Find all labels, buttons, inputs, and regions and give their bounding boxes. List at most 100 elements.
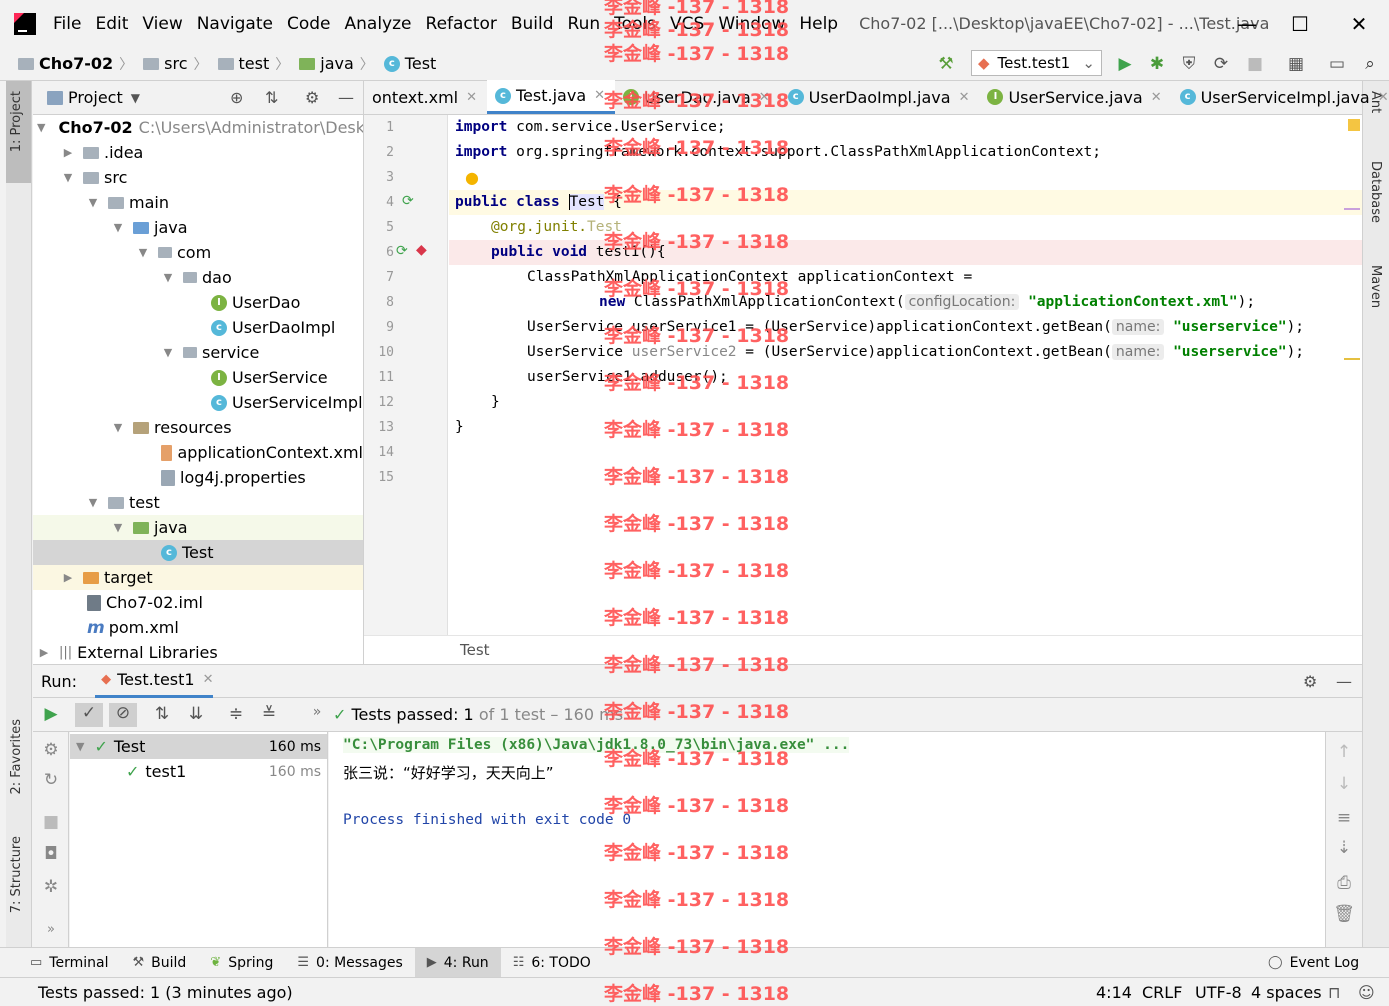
menu-build[interactable]: Build [504, 14, 561, 34]
search-icon[interactable]: ⌕ [1360, 55, 1380, 73]
menu-run[interactable]: Run [561, 14, 608, 34]
tool-tab-spring[interactable]: ❦ Spring [198, 948, 285, 978]
inspector-icon[interactable]: ☺ [1358, 983, 1375, 1002]
show-passed-icon[interactable]: ✓ [75, 703, 103, 727]
tool-tab-build[interactable]: ⚒ Build [120, 948, 198, 978]
tree-node-userservice[interactable]: I UserService [33, 365, 363, 390]
arrow-down-icon[interactable]: ↓ [1332, 774, 1356, 794]
analysis-warning-icon[interactable] [1348, 119, 1360, 131]
tab-applicationcontext-xml[interactable]: ontext.xml ✕ [364, 80, 487, 114]
menu-analyze[interactable]: Analyze [338, 14, 419, 34]
rerun-icon[interactable]: ▶ [39, 704, 63, 724]
tree-node-java-test[interactable]: ▼ java [33, 515, 363, 540]
editor-breadcrumb-item[interactable]: Test [460, 641, 490, 659]
tool-tab-favorites[interactable]: 2: Favorites [9, 719, 24, 795]
camera-icon[interactable]: ◘ [39, 844, 63, 864]
tab-userserviceimpl-java[interactable]: c UserServiceImpl.java ✕ [1172, 80, 1389, 114]
menu-view[interactable]: View [135, 14, 189, 34]
tree-node-userdaoimpl[interactable]: c UserDaoImpl [33, 315, 363, 340]
tree-node-test-class[interactable]: c Test [33, 540, 363, 565]
tree-node-dao[interactable]: ▼ dao [33, 265, 363, 290]
minimize-icon[interactable]: — [1233, 10, 1261, 38]
chevron-down-icon[interactable]: ▼ [131, 91, 140, 105]
tree-node-external-libraries[interactable]: ▶ ||| External Libraries [33, 640, 363, 665]
tree-node-userdao[interactable]: I UserDao [33, 290, 363, 315]
close-tab-icon[interactable]: ✕ [1151, 90, 1162, 105]
expand-all-icon[interactable]: ≑ [224, 704, 248, 724]
collapse-all-icon[interactable]: ≚ [257, 704, 281, 724]
code-editor[interactable]: 1 2 3 4 5 6 7 8 9 10 11 12 13 14 15 ⟳ ⟳ … [364, 115, 1362, 635]
menu-refactor[interactable]: Refactor [419, 14, 504, 34]
settings-icon[interactable]: ✲ [39, 877, 63, 897]
show-ignored-icon[interactable]: ⊘ [109, 703, 137, 727]
gear-icon[interactable]: ⚙ [1303, 672, 1317, 691]
debug-icon[interactable]: ⚙ [39, 740, 63, 760]
breadcrumb-test[interactable]: test 〉 [217, 54, 296, 74]
line-separator[interactable]: CRLF [1142, 983, 1182, 1002]
menu-navigate[interactable]: Navigate [190, 14, 280, 34]
tool-tab-event-log[interactable]: ◯ Event Log [1256, 948, 1371, 978]
tab-test-java[interactable]: c Test.java ✕ [487, 80, 616, 114]
file-encoding[interactable]: UTF-8 [1195, 983, 1242, 1002]
tree-node-target[interactable]: ▶ target [33, 565, 363, 590]
arrow-up-icon[interactable]: ↑ [1332, 742, 1356, 762]
more-icon[interactable]: » [305, 704, 329, 720]
tree-node-idea[interactable]: ▶ .idea [33, 140, 363, 165]
tree-node-java-main[interactable]: ▼ java [33, 215, 363, 240]
run-gutter-icon[interactable]: ⟳ [396, 243, 408, 259]
debug-icon[interactable]: ✱ [1147, 55, 1167, 73]
tree-node-userserviceimpl[interactable]: c UserServiceImpl [33, 390, 363, 415]
tree-node-resources[interactable]: ▼ resources [33, 415, 363, 440]
sort-alpha-icon[interactable]: ⇅ [150, 704, 174, 724]
lock-icon[interactable]: ⊓ [1328, 983, 1340, 1002]
tree-node-applicationcontext-xml[interactable]: applicationContext.xml [33, 440, 363, 465]
breakpoint-icon[interactable]: ◆ [416, 242, 427, 258]
tool-tab-run[interactable]: ▶ 4: Run [414, 947, 501, 978]
breadcrumb-java[interactable]: java 〉 [299, 54, 380, 74]
maximize-icon[interactable]: ☐ [1286, 10, 1314, 38]
breadcrumb-project[interactable]: Cho7-02 〉 [18, 54, 139, 74]
menu-help[interactable]: Help [792, 14, 845, 34]
soft-wrap-icon[interactable]: ≡ [1332, 808, 1356, 828]
sort-duration-icon[interactable]: ⇊ [184, 704, 208, 724]
hide-panel-icon[interactable]: — [1336, 672, 1352, 691]
rerun-failed-icon[interactable]: ↻ [39, 770, 63, 790]
project-structure-icon[interactable]: ▦ [1286, 55, 1306, 73]
console-output[interactable]: "C:\Program Files (x86)\Java\jdk1.8.0_73… [329, 732, 1325, 947]
tree-node-pom[interactable]: m pom.xml [33, 615, 363, 640]
tree-node-com[interactable]: ▼ com [33, 240, 363, 265]
menu-edit[interactable]: Edit [88, 14, 135, 34]
tool-tab-messages[interactable]: ☰ 0: Messages [285, 948, 414, 978]
breadcrumb-test-class[interactable]: c Test [383, 54, 436, 73]
gear-icon[interactable]: ⚙ [305, 88, 319, 107]
present-mode-icon[interactable]: ▭ [1327, 55, 1347, 73]
run-configuration-select[interactable]: ◆ Test.test1 ⌄ [971, 50, 1102, 76]
profile-icon[interactable]: ⟳ [1211, 55, 1231, 73]
tree-node-iml[interactable]: Cho7-02.iml [33, 590, 363, 615]
tab-userservice-java[interactable]: I UserService.java ✕ [979, 80, 1171, 114]
test-node-test1[interactable]: ✓ test1 160 ms [70, 759, 327, 784]
tool-tab-database[interactable]: Database [1368, 161, 1383, 223]
trash-icon[interactable]: 🗑 [1332, 904, 1356, 924]
close-tab-icon[interactable]: ✕ [1378, 90, 1389, 105]
collapse-all-icon[interactable]: ⇅ [265, 88, 278, 107]
tree-node-service[interactable]: ▼ service [33, 340, 363, 365]
tab-userdaoimpl-java[interactable]: c UserDaoImpl.java ✕ [780, 80, 980, 114]
tool-tab-project[interactable]: 1: Project [9, 91, 24, 152]
run-tab-test1[interactable]: ◆ Test.test1 ✕ [95, 664, 214, 698]
tree-node-test[interactable]: ▼ test [33, 490, 363, 515]
more-icon[interactable]: » [39, 922, 63, 937]
status-message[interactable]: Tests passed: 1 (3 minutes ago) [38, 983, 293, 1002]
close-icon[interactable]: ✕ [1345, 10, 1373, 38]
caret-position[interactable]: 4:14 [1096, 983, 1132, 1002]
project-panel-title[interactable]: Project [68, 88, 123, 107]
tool-tab-terminal[interactable]: ▭ Terminal [18, 948, 120, 978]
locate-icon[interactable]: ⊕ [230, 88, 243, 107]
tool-tab-todo[interactable]: ☷ 6: TODO [501, 948, 603, 978]
intention-bulb-icon[interactable]: ● [465, 168, 479, 187]
close-tab-icon[interactable]: ✕ [466, 90, 477, 105]
build-hammer-icon[interactable]: ⚒ [936, 55, 956, 73]
tree-node-src[interactable]: ▼ src [33, 165, 363, 190]
run-gutter-icon[interactable]: ⟳ [402, 193, 414, 209]
tree-node-main[interactable]: ▼ main [33, 190, 363, 215]
